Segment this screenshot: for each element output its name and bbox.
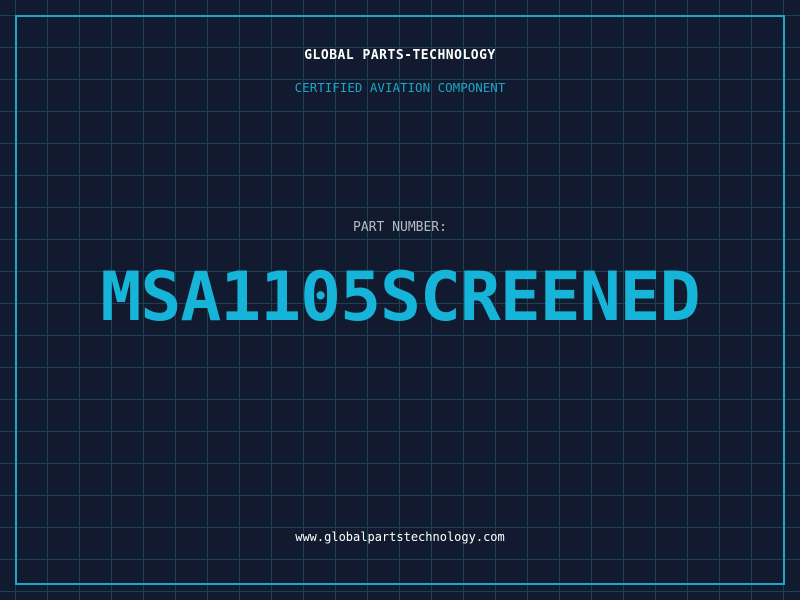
website-url: www.globalpartstechnology.com <box>295 530 505 544</box>
part-number-label: PART NUMBER: <box>353 220 447 235</box>
certification-subtitle: CERTIFIED AVIATION COMPONENT <box>294 80 506 95</box>
company-name: GLOBAL PARTS-TECHNOLOGY <box>304 48 496 63</box>
part-number-value: MSA1105SCREENED <box>100 258 700 337</box>
